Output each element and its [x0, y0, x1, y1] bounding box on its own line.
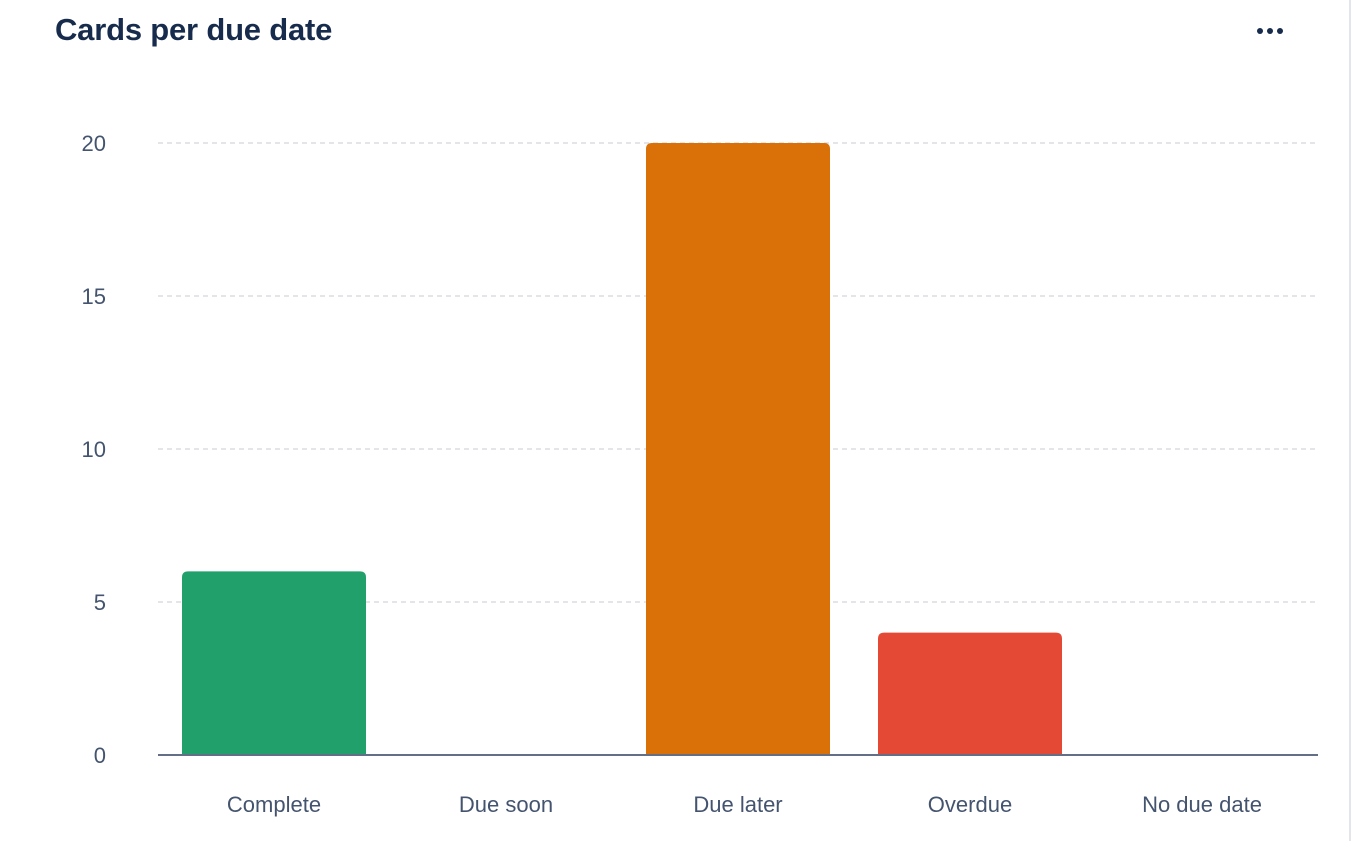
- x-tick-label: Due soon: [459, 792, 553, 817]
- bar-complete[interactable]: [182, 571, 366, 755]
- x-tick-label: Overdue: [928, 792, 1012, 817]
- y-tick-label: 0: [94, 743, 106, 768]
- x-tick-label: Complete: [227, 792, 321, 817]
- bar-chart: 0 5 10 15 20 Complete Due soon Due later Overdu…: [82, 131, 1318, 817]
- y-axis-ticks: 0 5 10 15 20: [82, 131, 106, 768]
- bar-overdue[interactable]: [878, 632, 1062, 755]
- x-axis-ticks: Complete Due soon Due later Overdue No due d…: [227, 792, 1262, 817]
- x-tick-label: Due later: [693, 792, 782, 817]
- y-tick-label: 20: [82, 131, 106, 156]
- y-tick-label: 15: [82, 284, 106, 309]
- y-tick-label: 10: [82, 437, 106, 462]
- x-tick-label: No due date: [1142, 792, 1262, 817]
- y-tick-label: 5: [94, 590, 106, 615]
- bar-due-later[interactable]: [646, 143, 830, 755]
